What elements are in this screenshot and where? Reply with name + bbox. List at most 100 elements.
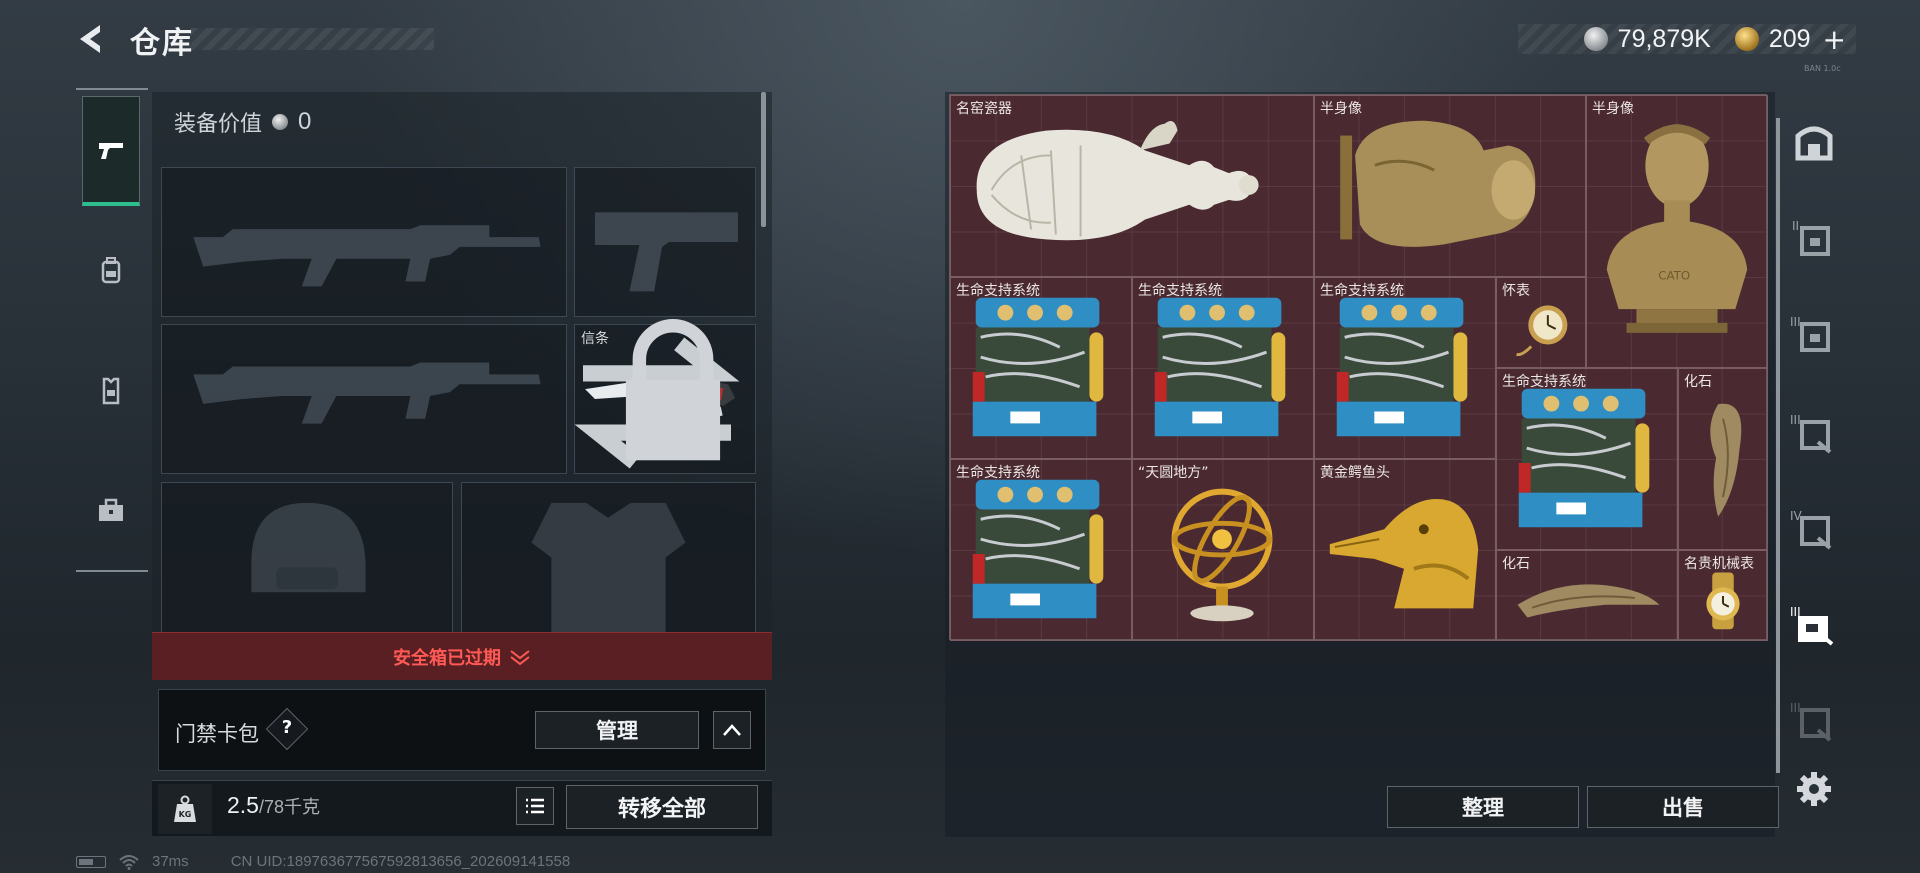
nav-item-vest[interactable] <box>82 336 140 446</box>
life-support-icon <box>972 479 1104 619</box>
stash-item-porcelain[interactable]: 名窑瓷器 <box>950 95 1314 277</box>
equip-value-amount: 0 <box>298 108 312 135</box>
item-label: 半身像 <box>1592 101 1634 117</box>
bust-icon <box>1340 120 1536 247</box>
life-support-icon <box>1336 297 1468 437</box>
equip-value-label: 装备价值 <box>174 112 263 137</box>
secondary-weapon-slot[interactable] <box>161 324 567 474</box>
golden-crocodile-head-icon <box>1329 498 1479 609</box>
add-currency-icon[interactable]: + <box>1823 23 1846 56</box>
primary-weapon-slot[interactable] <box>161 167 567 317</box>
back-arrow-icon[interactable] <box>74 22 108 56</box>
uid-text: CN UID:1897636775675928136​56_2026091415… <box>230 853 571 870</box>
vest-icon <box>102 377 120 405</box>
keycard-wallet-label: 门禁卡包 <box>175 722 259 746</box>
stash-item-pocket-watch[interactable]: 怀表 <box>1496 277 1586 368</box>
stash-tab-locked[interactable]: III <box>1788 696 1840 748</box>
stash-item-fossil-claw[interactable]: 化石 <box>1678 368 1768 550</box>
item-label: 名贵机械表 <box>1684 556 1754 572</box>
vest-silhouette-icon <box>531 502 686 632</box>
nav-item-backpack[interactable] <box>82 216 140 326</box>
wifi-icon <box>119 854 139 870</box>
stash-item-life-support[interactable]: 生命支持系统 <box>1314 277 1496 459</box>
nav-item-weapons[interactable] <box>82 96 140 206</box>
item-label: 名窑瓷器 <box>956 101 1012 117</box>
stash-tab-active-icon: III <box>1790 605 1834 646</box>
stash-item-life-support[interactable]: 生命支持系统 <box>950 277 1132 459</box>
stash-tab-locked-icon: III <box>1790 701 1832 742</box>
helmet-silhouette-icon <box>251 502 366 593</box>
item-label: 怀表 <box>1502 283 1530 299</box>
pistol-slot[interactable] <box>574 167 756 317</box>
svg-text:III: III <box>1790 315 1801 329</box>
stash-tab-2-icon: II <box>1792 219 1830 256</box>
carry-weight-max: /78千克 <box>258 797 321 817</box>
help-icon: ? <box>281 717 293 738</box>
stash-item-life-support[interactable]: 生命支持系统 <box>950 459 1132 641</box>
manage-button[interactable]: 管理 <box>535 711 699 749</box>
item-label: 化石 <box>1502 556 1530 572</box>
stash-tab-3b[interactable]: III <box>1788 408 1840 460</box>
stash-tab-2[interactable]: II <box>1788 214 1840 266</box>
pistol-silhouette-icon <box>594 212 739 292</box>
pistol-icon <box>99 142 123 159</box>
item-label: “天圆地方” <box>1138 465 1209 481</box>
item-label: 化石 <box>1684 374 1712 390</box>
stash-item-life-support[interactable]: 生命支持系统 <box>1132 277 1314 459</box>
stash-scrollbar[interactable] <box>1776 118 1780 773</box>
nav-item-toolbox[interactable] <box>82 456 140 566</box>
secure-case-expired-text: 安全箱已过期 <box>393 647 501 669</box>
life-support-icon <box>972 297 1104 437</box>
stash-tab-3[interactable]: III <box>1788 310 1840 362</box>
stash-item-fossil-horn[interactable]: 化石 <box>1496 550 1678 641</box>
stash-item-golden-crocodile[interactable]: 黄金鳄鱼头 <box>1314 459 1496 641</box>
sort-button[interactable]: 整理 <box>1387 786 1579 828</box>
equip-value: 装备价值 0 <box>174 106 311 138</box>
chevron-up-icon <box>723 724 741 736</box>
item-label: 生命支持系统 <box>1502 374 1586 390</box>
stash-home-icon <box>1795 126 1833 161</box>
collapse-button[interactable] <box>713 711 751 749</box>
list-icon <box>526 798 544 814</box>
silver-currency-value: 79,879K <box>1617 24 1711 53</box>
loadout-scrollbar[interactable] <box>761 92 766 227</box>
settings-gear-icon[interactable] <box>1795 770 1833 808</box>
battery-icon <box>76 855 106 868</box>
svg-text:II: II <box>1792 219 1799 233</box>
carry-weight-current: 2.5 <box>227 792 259 818</box>
armillary-sphere-icon <box>1171 488 1273 622</box>
gold-coin-icon <box>1734 27 1759 51</box>
currency-bar: 79,879K 209 + <box>1518 23 1856 56</box>
stash-tab-home[interactable] <box>1788 118 1840 170</box>
stash-tab-active[interactable]: III <box>1788 600 1840 652</box>
melee-slot[interactable]: 信条 <box>574 319 756 474</box>
list-view-button[interactable] <box>516 787 554 825</box>
armor-slot[interactable] <box>461 482 756 632</box>
silver-coin-icon <box>1583 27 1608 51</box>
status-bar: 37ms CN UID:1897636775675928136​56_20260… <box>76 853 570 870</box>
stash-tab-4-icon: IV <box>1790 509 1832 550</box>
backpack-icon <box>101 257 121 284</box>
sell-button[interactable]: 出售 <box>1587 786 1779 828</box>
svg-text:III: III <box>1790 413 1801 427</box>
left-nav <box>76 88 148 572</box>
transfer-all-button[interactable]: 转移全部 <box>566 785 758 829</box>
rifle-silhouette-icon <box>193 225 541 287</box>
item-label: 生命支持系统 <box>956 283 1040 299</box>
stash-item-armillary[interactable]: “天圆地方” <box>1132 459 1314 641</box>
stash-item-luxury-watch[interactable]: 名贵机械表 <box>1678 550 1768 641</box>
stash-item-bust-cato[interactable]: CATO 半身像 <box>1586 95 1768 368</box>
title-decoration <box>190 28 434 50</box>
item-label: 半身像 <box>1320 101 1362 117</box>
life-support-icon <box>1518 388 1650 528</box>
toolbox-icon <box>99 498 123 521</box>
stash-tab-4[interactable]: IV <box>1788 504 1840 556</box>
secure-case-expired-bar[interactable]: 安全箱已过期 <box>152 632 772 680</box>
stash-item-bust[interactable]: 半身像 <box>1314 95 1586 277</box>
stash-item-life-support[interactable]: 生命支持系统 <box>1496 368 1678 550</box>
helmet-slot[interactable] <box>161 482 453 632</box>
life-support-icon <box>1154 297 1286 437</box>
weight-icon-box: KG <box>158 784 212 834</box>
item-label: 生命支持系统 <box>956 465 1040 481</box>
svg-text:III: III <box>1790 701 1801 715</box>
